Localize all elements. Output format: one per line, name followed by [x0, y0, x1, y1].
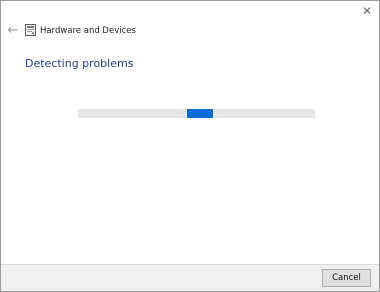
troubleshooter-window: ✕ ← Hardware and Devices Detecting probl… [0, 0, 380, 292]
hardware-troubleshooter-icon [25, 24, 36, 36]
progress-marquee-chunk [187, 109, 213, 118]
close-icon[interactable]: ✕ [359, 3, 375, 19]
page-heading: Detecting problems [25, 57, 134, 70]
cancel-button[interactable]: Cancel [322, 269, 371, 287]
footer-bar: Cancel [1, 264, 379, 291]
progress-bar [78, 109, 315, 118]
window-title: Hardware and Devices [40, 26, 136, 36]
back-arrow-icon[interactable]: ← [5, 23, 21, 39]
